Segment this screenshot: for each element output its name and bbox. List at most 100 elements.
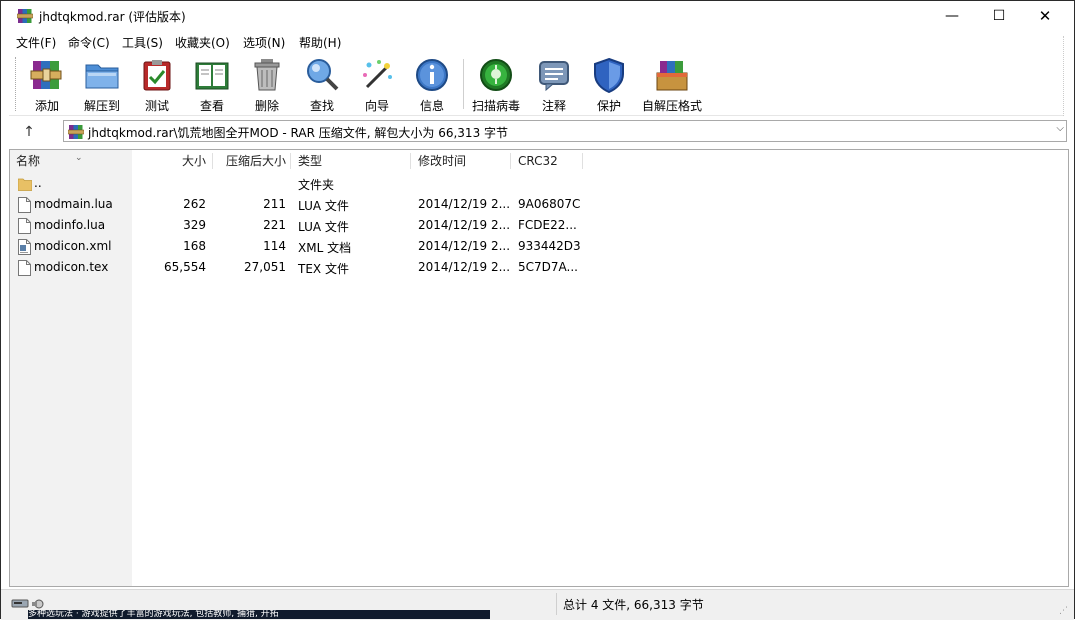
find-button[interactable]: 查找 (295, 55, 349, 113)
extract-to-label: 解压到 (83, 99, 120, 113)
menu-favorites[interactable]: 收藏夹(O) (175, 34, 230, 51)
menu-command[interactable]: 命令(C) (68, 34, 110, 51)
view-book-icon (195, 62, 229, 90)
close-button[interactable]: ✕ (1022, 1, 1068, 31)
archive-icon (68, 125, 84, 139)
winrar-window: jhdtqkmod.rar (评估版本) — ☐ ✕ 文件(F) 命令(C) 工… (0, 0, 1075, 620)
protect-label: 保护 (596, 99, 621, 113)
file-type: LUA 文件 (298, 220, 349, 234)
list-item[interactable]: modicon.xml 168 114 XML 文档 2014/12/19 2.… (10, 237, 610, 258)
file-packed-size: 27,051 (244, 260, 286, 274)
column-header-packed[interactable]: 压缩后大小 (216, 150, 286, 172)
menu-file[interactable]: 文件(F) (16, 34, 56, 51)
wizard-wand-icon (363, 60, 392, 89)
comment-icon (539, 61, 569, 92)
column-divider[interactable] (212, 153, 213, 169)
comment-button[interactable]: 注释 (527, 55, 581, 113)
file-icon (18, 218, 31, 234)
file-type: LUA 文件 (298, 199, 349, 213)
list-item[interactable]: modmain.lua 262 211 LUA 文件 2014/12/19 2.… (10, 195, 610, 216)
sfx-box-icon (656, 61, 688, 91)
column-header-modified[interactable]: 修改时间 (418, 150, 508, 172)
add-button[interactable]: 添加 (20, 55, 74, 113)
file-crc: 933442D3 (518, 239, 581, 253)
view-button[interactable]: 查看 (185, 55, 239, 113)
file-crc: 5C7D7A... (518, 260, 578, 274)
column-header-size[interactable]: 大小 (134, 150, 206, 172)
file-type: XML 文档 (298, 241, 352, 255)
resize-grip-icon[interactable]: ⋰ (1059, 606, 1068, 616)
xml-file-icon (18, 239, 31, 255)
comment-label: 注释 (541, 99, 566, 113)
file-name: modicon.tex (34, 260, 109, 274)
file-name: modicon.xml (34, 239, 112, 253)
file-name: modmain.lua (34, 197, 113, 211)
column-divider[interactable] (290, 153, 291, 169)
menu-help[interactable]: 帮助(H) (299, 34, 341, 51)
toolbar-grip (15, 57, 19, 111)
title-bar: jhdtqkmod.rar (评估版本) — ☐ ✕ (1, 1, 1074, 31)
drive-status-icon[interactable] (11, 596, 51, 610)
up-folder-button[interactable]: ↑ (17, 121, 41, 143)
file-type: TEX 文件 (298, 262, 349, 276)
virus-scan-button[interactable]: 扫描病毒 (469, 55, 523, 113)
sfx-button[interactable]: 自解压格式 (637, 55, 707, 113)
file-type: 文件夹 (298, 178, 335, 192)
list-item[interactable]: modicon.tex 65,554 27,051 TEX 文件 2014/12… (10, 258, 610, 279)
file-modified: 2014/12/19 2... (418, 218, 511, 232)
minimize-button[interactable]: — (929, 1, 975, 31)
chevron-down-icon[interactable]: ⌵ (1056, 123, 1064, 134)
trash-icon (254, 59, 280, 91)
file-modified: 2014/12/19 2... (418, 197, 511, 211)
column-divider[interactable] (582, 153, 583, 169)
find-magnifier-icon (307, 59, 339, 91)
file-size: 65,554 (164, 260, 206, 274)
wizard-label: 向导 (364, 99, 389, 113)
maximize-button[interactable]: ☐ (976, 1, 1022, 31)
menu-tools[interactable]: 工具(S) (122, 34, 163, 51)
file-icon (18, 260, 31, 276)
file-icon (18, 197, 31, 213)
column-divider[interactable] (510, 153, 511, 169)
background-window-strip: 多种选玩法 · 游戏提供了丰富的游戏玩法, 包括教师, 捕猎, 开拓 (28, 610, 490, 619)
file-modified: 2014/12/19 2... (418, 260, 511, 274)
extract-to-button[interactable]: 解压到 (75, 55, 129, 113)
info-label: 信息 (419, 99, 444, 113)
address-path: jhdtqkmod.rar\饥荒地图全开MOD - RAR 压缩文件, 解包大小… (88, 126, 509, 140)
test-button[interactable]: 测试 (130, 55, 184, 113)
test-label: 测试 (144, 99, 169, 113)
toolbar-edge (1063, 36, 1070, 116)
info-button[interactable]: 信息 (405, 55, 459, 113)
column-header-type[interactable]: 类型 (298, 150, 408, 172)
virus-scan-label: 扫描病毒 (471, 99, 520, 113)
add-books-icon (30, 61, 62, 89)
list-item[interactable]: modinfo.lua 329 221 LUA 文件 2014/12/19 2.… (10, 216, 610, 237)
file-packed-size: 114 (263, 239, 286, 253)
delete-button[interactable]: 删除 (240, 55, 294, 113)
file-size: 168 (183, 239, 206, 253)
toolbar-separator (463, 59, 464, 109)
test-clipboard-icon (143, 60, 171, 91)
protect-button[interactable]: 保护 (582, 55, 636, 113)
address-field[interactable]: jhdtqkmod.rar\饥荒地图全开MOD - RAR 压缩文件, 解包大小… (63, 120, 1067, 142)
file-packed-size: 221 (263, 218, 286, 232)
column-header-crc[interactable]: CRC32 (518, 150, 588, 172)
toolbar: 添加 解压到 测试 查看 删除 查找 向导 信息 扫描病毒 注释 保护 自解压格… (9, 53, 1063, 116)
file-size: 329 (183, 218, 206, 232)
file-list: 名称 ⌄ 大小 压缩后大小 类型 修改时间 CRC32 .. 文件夹 modma… (9, 149, 1069, 587)
sfx-label: 自解压格式 (641, 99, 702, 113)
file-name: .. (34, 176, 42, 190)
menu-options[interactable]: 选项(N) (243, 34, 285, 51)
file-modified: 2014/12/19 2... (418, 239, 511, 253)
list-item[interactable]: .. 文件夹 (10, 174, 610, 195)
folder-icon (18, 178, 32, 191)
column-divider[interactable] (410, 153, 411, 169)
winrar-app-icon (17, 9, 33, 23)
find-label: 查找 (309, 99, 334, 113)
extract-folder-icon (85, 64, 119, 89)
column-header-name[interactable]: 名称 ⌄ (16, 150, 130, 172)
file-size: 262 (183, 197, 206, 211)
menu-bar: 文件(F) 命令(C) 工具(S) 收藏夹(O) 选项(N) 帮助(H) (1, 31, 1074, 51)
wizard-button[interactable]: 向导 (350, 55, 404, 113)
file-name: modinfo.lua (34, 218, 106, 232)
